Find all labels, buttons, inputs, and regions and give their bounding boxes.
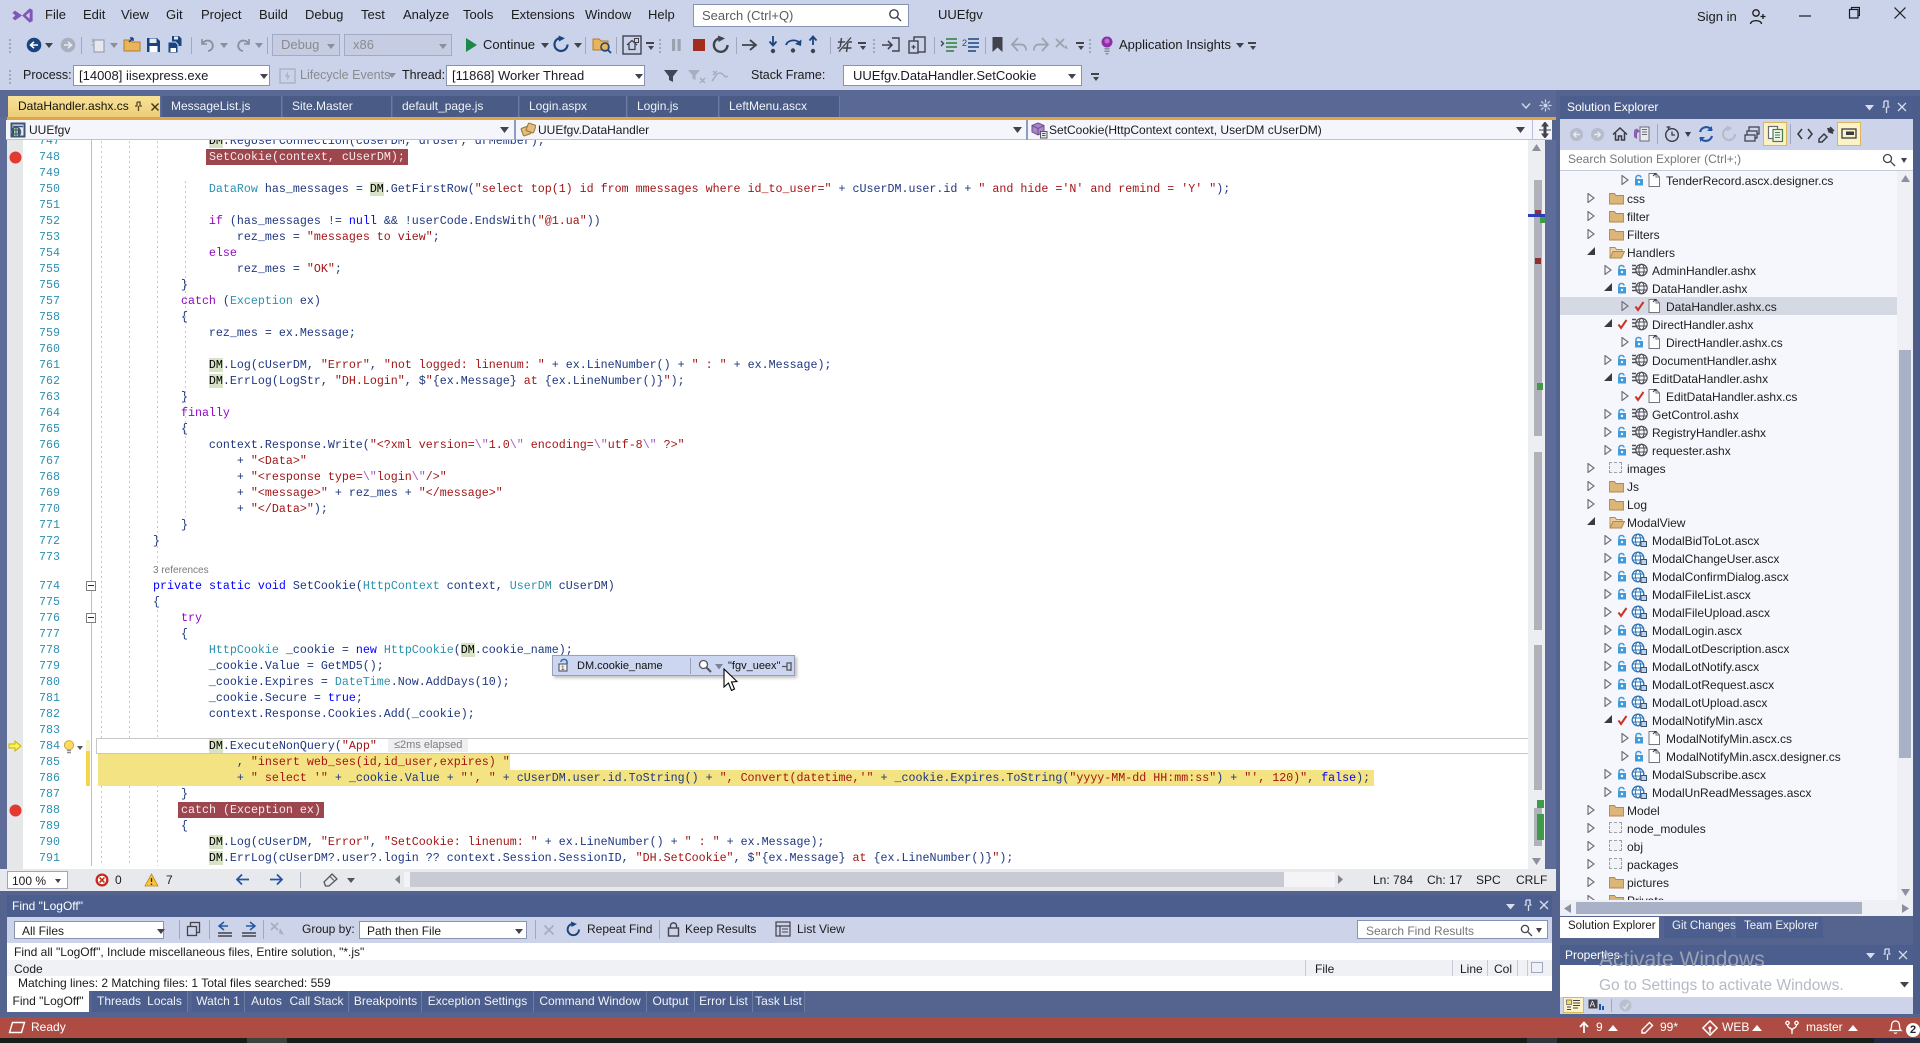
- svg-text:2: 2: [962, 38, 967, 48]
- svg-text:1: 1: [561, 665, 565, 672]
- svg-text:A: A: [1590, 1000, 1596, 1009]
